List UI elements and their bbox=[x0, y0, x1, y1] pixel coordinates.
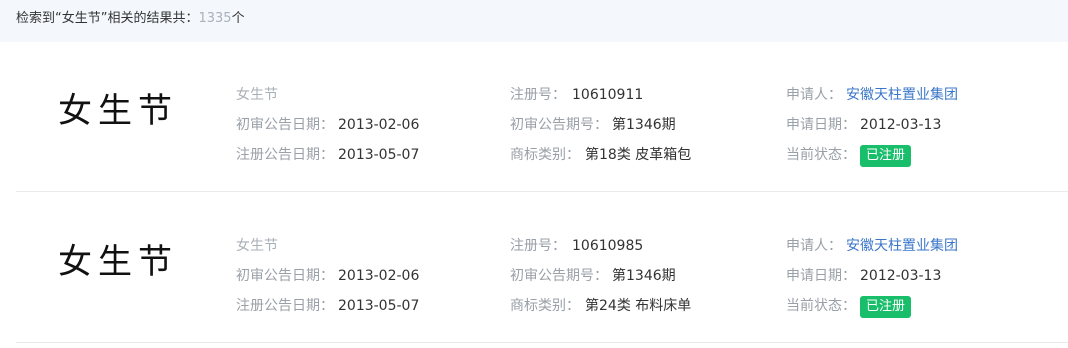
search-summary-prefix: 检索到“女生节”相关的结果共： bbox=[16, 11, 199, 26]
prelim-issue-value: 第1346期 bbox=[612, 268, 676, 284]
trademark-result-card[interactable]: 女生节 女生节 初审公告日期： 2013-02-06 注册公告日期： 2013-… bbox=[0, 42, 1068, 192]
category-label: 商标类别： bbox=[510, 147, 580, 163]
reg-no-label: 注册号： bbox=[510, 238, 566, 254]
card-divider bbox=[16, 342, 1068, 343]
search-summary-bar: 检索到“女生节”相关的结果共：1335个 bbox=[0, 0, 1068, 42]
status-badge: 已注册 bbox=[860, 145, 912, 167]
applicant-label: 申请人： bbox=[786, 87, 842, 103]
trademark-name[interactable]: 女生节 bbox=[236, 236, 278, 256]
status-badge: 已注册 bbox=[860, 296, 912, 318]
apply-date-label: 申请日期： bbox=[786, 268, 856, 284]
reg-date-value: 2013-05-07 bbox=[338, 298, 420, 314]
search-result-count: 1335 bbox=[198, 11, 232, 26]
trademark-logo-image[interactable]: 女生节 bbox=[58, 245, 178, 279]
applicant-link[interactable]: 安徽天柱置业集团 bbox=[846, 85, 958, 105]
prelim-issue-label: 初审公告期号： bbox=[510, 268, 608, 284]
apply-date-label: 申请日期： bbox=[786, 117, 856, 133]
trademark-name[interactable]: 女生节 bbox=[236, 85, 278, 105]
category-value: 第24类 布料床单 bbox=[585, 298, 692, 314]
status-label: 当前状态： bbox=[786, 298, 856, 314]
status-label: 当前状态： bbox=[786, 147, 856, 163]
status-cell: 已注册 bbox=[860, 145, 912, 167]
reg-no-value: 10610911 bbox=[572, 87, 644, 103]
reg-date-label: 注册公告日期： bbox=[236, 147, 334, 163]
reg-date-label: 注册公告日期： bbox=[236, 298, 334, 314]
trademark-result-card[interactable]: 女生节 女生节 初审公告日期： 2013-02-06 注册公告日期： 2013-… bbox=[0, 193, 1068, 343]
prelim-issue-value: 第1346期 bbox=[612, 117, 676, 133]
prelim-date-label: 初审公告日期： bbox=[236, 268, 334, 284]
reg-no-label: 注册号： bbox=[510, 87, 566, 103]
card-divider bbox=[16, 191, 1068, 192]
applicant-label: 申请人： bbox=[786, 238, 842, 254]
category-value: 第18类 皮革箱包 bbox=[585, 147, 692, 163]
prelim-issue-label: 初审公告期号： bbox=[510, 117, 608, 133]
prelim-date-value: 2013-02-06 bbox=[338, 117, 420, 133]
reg-no-value: 10610985 bbox=[572, 238, 644, 254]
status-cell: 已注册 bbox=[860, 296, 912, 318]
prelim-date-label: 初审公告日期： bbox=[236, 117, 334, 133]
apply-date-value: 2012-03-13 bbox=[860, 117, 942, 133]
search-summary-suffix: 个 bbox=[231, 11, 245, 26]
trademark-logo-image[interactable]: 女生节 bbox=[58, 94, 178, 128]
applicant-link[interactable]: 安徽天柱置业集团 bbox=[846, 236, 958, 256]
prelim-date-value: 2013-02-06 bbox=[338, 268, 420, 284]
category-label: 商标类别： bbox=[510, 298, 580, 314]
apply-date-value: 2012-03-13 bbox=[860, 268, 942, 284]
reg-date-value: 2013-05-07 bbox=[338, 147, 420, 163]
